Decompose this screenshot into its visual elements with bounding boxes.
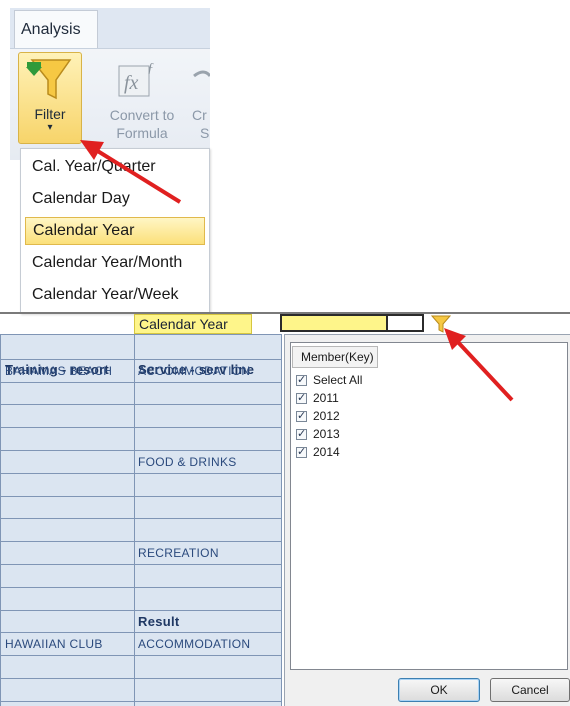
- convert-label-line2: Formula: [116, 125, 168, 141]
- checkbox[interactable]: [296, 427, 307, 440]
- convert-to-formula-icon: fx ƒ: [118, 61, 154, 97]
- convert-to-formula-button[interactable]: Convert to Formula: [96, 106, 188, 142]
- grid-horizontal-line: [0, 450, 282, 451]
- option-label: 2014: [313, 445, 340, 459]
- column-filter-funnel-icon[interactable]: [430, 314, 452, 334]
- grid-horizontal-line: [0, 700, 282, 702]
- grid-vertical-line: [0, 334, 1, 706]
- member-key-column-header[interactable]: Member(Key): [292, 346, 378, 368]
- grid-horizontal-line: [0, 495, 282, 497]
- menu-item-cal-year-quarter[interactable]: Cal. Year/Quarter: [21, 153, 209, 181]
- menu-item-calendar-year[interactable]: Calendar Year: [25, 217, 205, 245]
- checkbox[interactable]: [296, 391, 307, 404]
- option-label: 2011: [313, 391, 339, 405]
- option-label: 2013: [313, 427, 340, 441]
- create-icon: [193, 70, 210, 78]
- table-cell[interactable]: Result: [138, 614, 280, 629]
- option-2013[interactable]: 2013: [296, 425, 340, 443]
- menu-item-calendar-day[interactable]: Calendar Day: [21, 185, 209, 213]
- grid-horizontal-line: [0, 678, 282, 679]
- option-2012[interactable]: 2012: [296, 407, 340, 425]
- grid-horizontal-line: [0, 632, 282, 634]
- table-cell[interactable]: RECREATION: [138, 546, 280, 560]
- grid-horizontal-line: [0, 518, 282, 520]
- grid-horizontal-line: [0, 358, 282, 360]
- grid-vertical-line: [134, 334, 135, 706]
- filter-funnel-icon: [26, 59, 72, 100]
- calendar-year-filter-cell[interactable]: [280, 314, 388, 332]
- calendar-year-header-cell: Calendar Year: [134, 314, 252, 334]
- grid-horizontal-line: [0, 381, 282, 383]
- svg-text:fx: fx: [124, 72, 139, 94]
- cancel-button[interactable]: Cancel: [490, 678, 570, 702]
- filter-button-label: Filter: [34, 106, 66, 122]
- option-label: Select All: [313, 373, 363, 387]
- grid-horizontal-line: [0, 472, 282, 474]
- checkbox[interactable]: [296, 409, 307, 422]
- table-cell[interactable]: ACCOMMODATION: [138, 637, 280, 651]
- cr-label-line1: Cr: [192, 107, 207, 123]
- option-label: 2012: [313, 409, 340, 423]
- menu-item-calendar-year-month[interactable]: Calendar Year/Month: [21, 249, 209, 277]
- cr-label-line2: S: [200, 125, 210, 141]
- option-select-all[interactable]: Select All: [296, 371, 362, 389]
- table-cell[interactable]: HAWAIIAN CLUB: [5, 637, 133, 651]
- tab-analysis[interactable]: Analysis: [14, 10, 98, 48]
- convert-label-line1: Convert to: [109, 107, 175, 123]
- calendar-year-blank-cell[interactable]: [388, 314, 424, 332]
- grid-horizontal-line: [0, 541, 282, 543]
- table-cell[interactable]: FOOD & DRINKS: [138, 455, 280, 469]
- grid-horizontal-line: [0, 586, 282, 588]
- grid-horizontal-line: [0, 609, 282, 611]
- table-cell[interactable]: ACCOMMODATION: [138, 364, 280, 378]
- grid-horizontal-line: [0, 334, 282, 335]
- grid-vertical-line: [281, 334, 282, 706]
- svg-text:ƒ: ƒ: [147, 61, 154, 76]
- grid-horizontal-line: [0, 404, 282, 406]
- grid-horizontal-line: [0, 655, 282, 657]
- table-cell[interactable]: BAHAMAS BEACH: [5, 364, 133, 378]
- option-2014[interactable]: 2014: [296, 443, 340, 461]
- checkbox[interactable]: [296, 373, 307, 386]
- grid-horizontal-line: [0, 427, 282, 429]
- checkbox[interactable]: [296, 445, 307, 458]
- ok-button[interactable]: OK: [398, 678, 480, 702]
- grid-horizontal-line: [0, 564, 282, 565]
- menu-item-calendar-year-week[interactable]: Calendar Year/Week: [21, 281, 209, 309]
- filter-dropdown-caret-icon: ▾: [47, 122, 53, 133]
- filter-dialog-top-border: [284, 334, 570, 335]
- create-button-partial[interactable]: Cr S: [192, 106, 210, 142]
- filter-dropdown-menu: Cal. Year/Quarter Calendar Day Calendar …: [20, 148, 210, 314]
- option-2011[interactable]: 2011: [296, 389, 339, 407]
